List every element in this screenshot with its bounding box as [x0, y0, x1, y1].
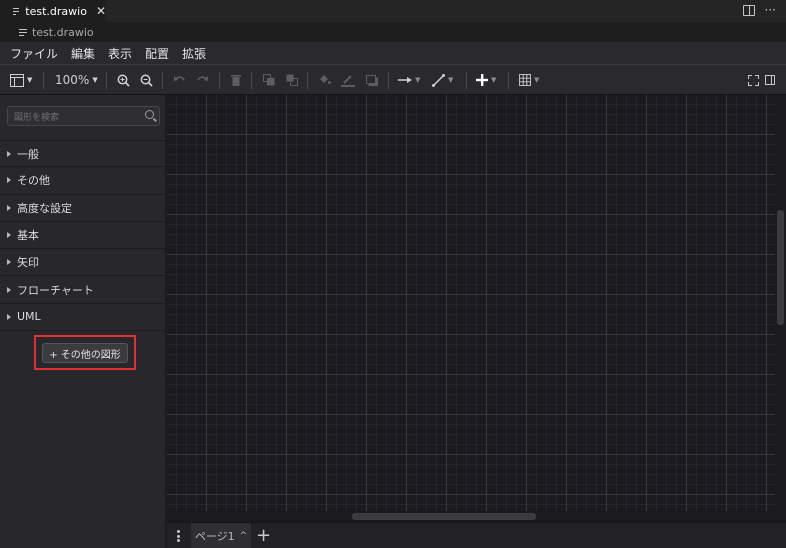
shadow-icon	[366, 74, 378, 86]
line-color-button[interactable]	[341, 72, 355, 88]
category-general[interactable]: 一般	[0, 140, 165, 168]
category-advanced[interactable]: 高度な設定	[0, 195, 165, 222]
plus-icon	[476, 74, 488, 86]
breadcrumb: test.drawio	[0, 22, 786, 42]
category-uml[interactable]: UML	[0, 304, 165, 332]
undo-button[interactable]	[173, 72, 185, 88]
editor-tab-label: test.drawio	[25, 4, 87, 18]
menu-arrange[interactable]: 配置	[145, 45, 169, 62]
shadow-button[interactable]	[366, 72, 378, 88]
category-label: フローチャート	[17, 283, 94, 297]
expand-triangle-icon	[7, 286, 11, 293]
file-icon	[18, 27, 28, 37]
category-label: UML	[17, 310, 41, 324]
shape-search-input[interactable]: 図形を検索	[7, 106, 160, 126]
to-back-button[interactable]	[286, 72, 298, 88]
to-front-icon	[263, 74, 275, 86]
pages-menu-icon[interactable]	[177, 530, 180, 542]
zoom-in-button[interactable]	[117, 72, 130, 88]
format-panel-icon	[765, 75, 775, 85]
file-icon	[12, 6, 20, 16]
insert-button[interactable]: ▼	[476, 72, 496, 88]
menubar: ファイル 編集 表示 配置 拡張	[0, 42, 786, 64]
connection-arrow-icon	[398, 77, 412, 83]
panel-layout-button[interactable]: ▼	[10, 72, 32, 88]
redo-button[interactable]	[197, 72, 209, 88]
delete-button[interactable]	[231, 72, 241, 88]
vertical-scrollbar[interactable]	[777, 210, 784, 325]
zoom-dropdown[interactable]: 100% ▼	[55, 72, 98, 88]
waypoint-style-dropdown[interactable]: ▼	[432, 72, 453, 88]
zoom-out-icon	[140, 74, 153, 87]
category-basic[interactable]: 基本	[0, 222, 165, 250]
menu-view[interactable]: 表示	[108, 45, 132, 62]
search-icon[interactable]	[145, 110, 154, 119]
panel-layout-icon	[10, 73, 24, 87]
paint-bucket-icon	[320, 75, 331, 84]
category-label: 基本	[17, 229, 39, 243]
shape-category-list: 一般 その他 高度な設定 基本 矢印 フローチャート UML	[0, 140, 165, 332]
editor-tab-test-drawio[interactable]: test.drawio ✕	[0, 0, 106, 22]
page-tab-1[interactable]: ページ1 ^	[191, 523, 251, 548]
expand-triangle-icon	[7, 204, 11, 211]
fullscreen-button[interactable]	[748, 72, 759, 88]
table-button[interactable]: ▼	[519, 72, 539, 88]
page-tab-caret-icon[interactable]: ^	[240, 531, 248, 541]
menu-extras[interactable]: 拡張	[182, 45, 206, 62]
to-front-button[interactable]	[263, 72, 275, 88]
page-tab-label: ページ1	[194, 530, 235, 543]
close-icon[interactable]: ✕	[96, 4, 106, 18]
zoom-out-button[interactable]	[140, 72, 153, 88]
connection-style-dropdown[interactable]: ▼	[398, 72, 420, 88]
table-icon	[519, 74, 531, 86]
fullscreen-icon	[748, 74, 759, 86]
expand-triangle-icon	[7, 232, 11, 239]
diagram-canvas[interactable]	[167, 95, 775, 511]
undo-icon	[174, 76, 185, 81]
waypoint-line-icon	[432, 73, 445, 87]
editor-tabbar: test.drawio ✕ ···	[0, 0, 786, 22]
add-page-icon[interactable]: +	[256, 525, 271, 546]
zoom-level: 100%	[55, 73, 90, 87]
expand-triangle-icon	[7, 150, 11, 157]
category-misc[interactable]: その他	[0, 167, 165, 195]
split-editor-icon[interactable]	[742, 5, 755, 16]
category-label: 高度な設定	[17, 201, 72, 215]
redo-icon	[197, 76, 208, 81]
to-back-icon	[286, 74, 298, 86]
toolbar: ▼ 100% ▼ ▼ ▼ ▼ ▼	[0, 64, 786, 95]
more-shapes-button[interactable]: + その他の図形	[42, 343, 128, 363]
highlight-box: + その他の図形	[34, 335, 136, 370]
expand-triangle-icon	[7, 177, 11, 184]
fill-color-button[interactable]	[318, 72, 331, 88]
category-flowchart[interactable]: フローチャート	[0, 276, 165, 304]
pencil-icon	[341, 74, 355, 87]
category-arrows[interactable]: 矢印	[0, 249, 165, 277]
breadcrumb-file[interactable]: test.drawio	[32, 26, 94, 39]
category-label: その他	[17, 174, 50, 188]
horizontal-scrollbar[interactable]	[352, 513, 536, 520]
format-panel-toggle[interactable]	[765, 72, 775, 88]
more-actions-icon[interactable]: ···	[765, 3, 776, 17]
page-bar: ページ1 ^ +	[167, 522, 786, 548]
expand-triangle-icon	[7, 259, 11, 266]
zoom-in-icon	[117, 74, 130, 87]
shape-search-placeholder: 図形を検索	[14, 112, 60, 123]
trash-icon	[231, 75, 241, 86]
menu-edit[interactable]: 編集	[71, 45, 95, 62]
menu-file[interactable]: ファイル	[10, 45, 58, 62]
category-label: 矢印	[17, 256, 39, 270]
expand-triangle-icon	[7, 313, 11, 320]
category-label: 一般	[17, 147, 39, 161]
shapes-sidebar: 図形を検索 一般 その他 高度な設定 基本 矢印 フローチャート UML + そ…	[0, 95, 166, 548]
